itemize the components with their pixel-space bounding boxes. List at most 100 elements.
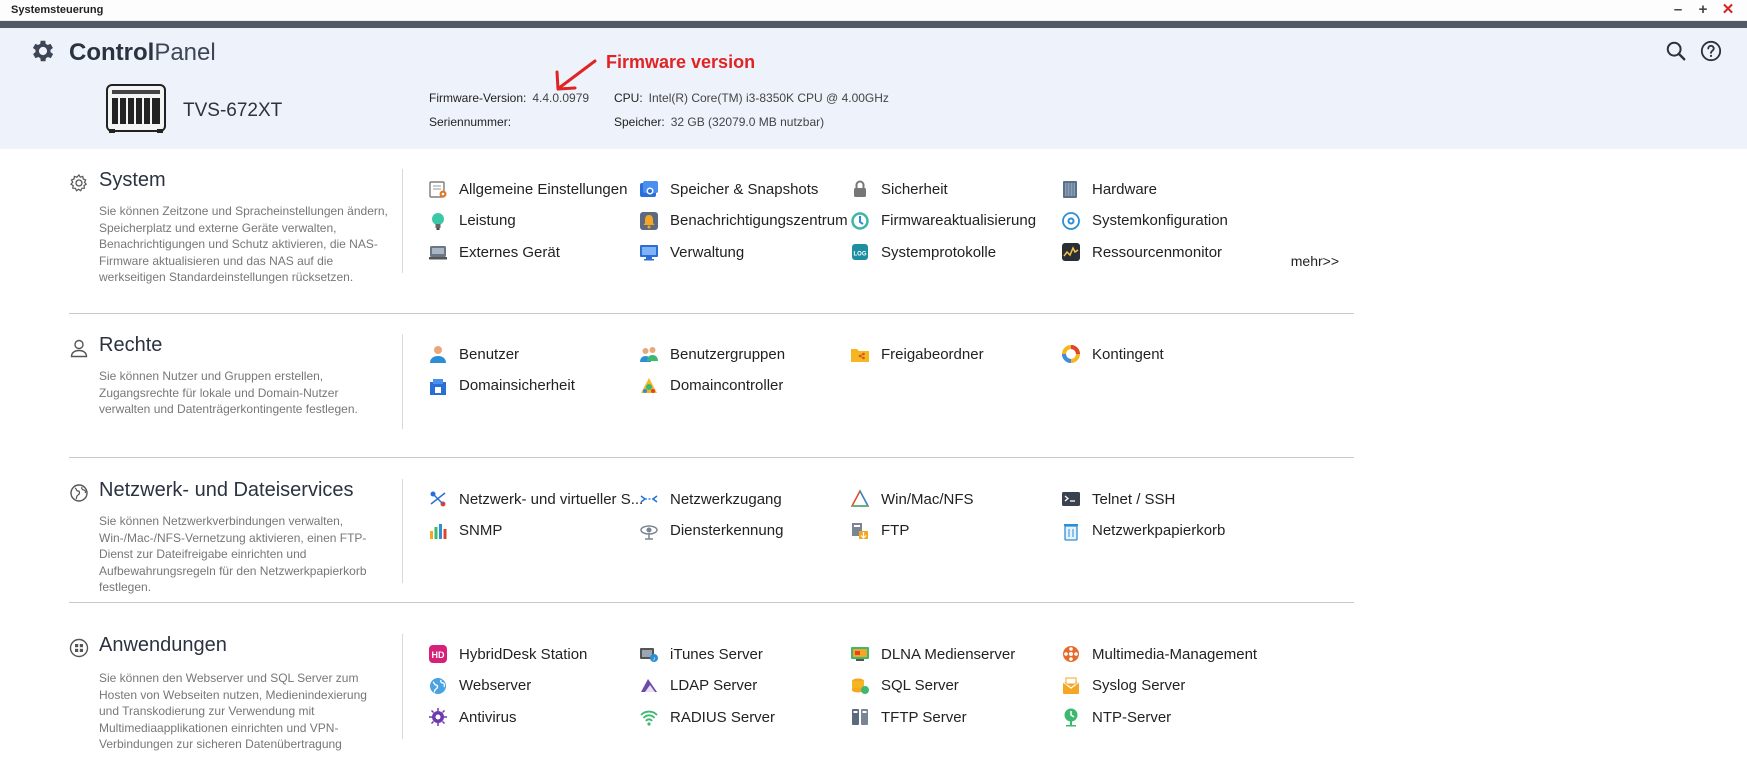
menu-item-label: Domainsicherheit	[459, 377, 575, 394]
user-icon	[430, 346, 446, 363]
search-icon[interactable]	[1665, 40, 1687, 62]
menu-item-label: Netzwerkpapierkorb	[1092, 522, 1226, 539]
domain-security-icon	[430, 378, 446, 395]
titlebar-strip	[0, 21, 1747, 28]
menu-item-netzwerk-und-virtueller-s[interactable]: Netzwerk- und virtueller S...	[428, 487, 643, 511]
menu-item-speicher-snapshots[interactable]: Speicher & Snapshots	[639, 177, 818, 201]
menu-item-kontingent[interactable]: Kontingent	[1061, 342, 1164, 366]
shared-folder-icon	[851, 349, 869, 362]
menu-item-label: Firmwareaktualisierung	[881, 212, 1037, 229]
svg-text:HD: HD	[432, 650, 445, 660]
domain-controller-icon	[641, 377, 657, 393]
menu-item-label: Verwaltung	[670, 243, 745, 261]
section-divider	[402, 169, 403, 273]
recycle-bin-icon	[1064, 523, 1078, 541]
menu-item-dlna-medienserver[interactable]: DLNA Medienserver	[850, 642, 1015, 666]
menu-item-verwaltung[interactable]: Verwaltung	[639, 240, 744, 264]
hardware-icon	[1063, 181, 1077, 198]
quota-icon	[1062, 345, 1080, 363]
menu-item-hybriddesk-station[interactable]: HD HybridDesk Station	[428, 642, 587, 666]
menu-item-diensterkennung[interactable]: Diensterkennung	[639, 519, 783, 543]
menu-item-systemkonfiguration[interactable]: Systemkonfiguration	[1061, 209, 1228, 233]
section-anwendungen: Anwendungen Sie können den Webserver und …	[69, 634, 1354, 760]
svg-text:♪: ♪	[653, 657, 656, 663]
menu-item-allgemeine-einstellungen[interactable]: Allgemeine Einstellungen	[428, 177, 627, 201]
menu-item-netzwerkzugang[interactable]: Netzwerkzugang	[639, 487, 782, 511]
syslog-icon	[1062, 677, 1080, 694]
serial-number-row: Seriennummer:	[429, 115, 517, 129]
menu-item-webserver[interactable]: Webserver	[428, 674, 531, 698]
menu-item-systemprotokolle[interactable]: LOG Systemprotokolle	[850, 240, 996, 264]
menu-item-benutzer[interactable]: Benutzer	[428, 342, 519, 366]
menu-item-tftp-server[interactable]: TFTP Server	[850, 705, 967, 729]
menu-item-leistung[interactable]: Leistung	[428, 209, 516, 233]
help-icon[interactable]	[1700, 40, 1722, 62]
menu-item-label: FTP	[881, 522, 910, 539]
menu-item-ntp-server[interactable]: NTP-Server	[1061, 705, 1171, 729]
menu-item-itunes-server[interactable]: ♪ iTunes Server	[639, 642, 763, 666]
menu-item-domaincontroller[interactable]: Domaincontroller	[639, 374, 783, 398]
menu-item-syslog-server[interactable]: Syslog Server	[1061, 674, 1185, 698]
menu-item-multimedia-management[interactable]: Multimedia-Management	[1061, 642, 1257, 666]
section-divider	[402, 334, 403, 429]
user-group-icon	[640, 347, 658, 362]
menu-item-label: Systemprotokolle	[881, 243, 997, 261]
network-access-icon	[640, 495, 658, 503]
menu-item-telnet-ssh[interactable]: Telnet / SSH	[1061, 487, 1175, 511]
section-divider	[402, 479, 403, 583]
user-outline-icon	[70, 339, 88, 358]
memory-label: Speicher:	[614, 115, 665, 129]
service-discovery-icon	[640, 524, 658, 540]
storage-snapshots-icon	[640, 181, 658, 197]
menu-item-ldap-server[interactable]: LDAP Server	[639, 674, 757, 698]
close-button[interactable]: ✕	[1719, 1, 1737, 19]
monitor-icon	[640, 245, 658, 261]
menu-item-label: SQL Server	[881, 677, 959, 694]
notification-center-icon	[640, 211, 658, 230]
gear-icon	[32, 40, 54, 62]
menu-item-label: SNMP	[459, 522, 503, 539]
menu-item-sicherheit[interactable]: Sicherheit	[850, 177, 948, 201]
app-title: ControlPanel	[69, 39, 216, 66]
minimize-button[interactable]: –	[1669, 1, 1687, 19]
menu-item-radius-server[interactable]: RADIUS Server	[639, 705, 775, 729]
cpu-row: CPU: Intel(R) Core(TM) i3-8350K CPU @ 4.0…	[614, 91, 889, 105]
section-title: Netzwerk- und Dateiservices	[99, 479, 354, 501]
menu-item-externes-gerät[interactable]: Externes Gerät	[428, 240, 560, 264]
menu-item-antivirus[interactable]: Antivirus	[428, 705, 517, 729]
menu-item-ressourcenmonitor[interactable]: Ressourcenmonitor	[1061, 240, 1222, 264]
tftp-icon	[852, 709, 868, 725]
menu-item-label: HybridDesk Station	[459, 645, 588, 663]
cpu-value: Intel(R) Core(TM) i3-8350K CPU @ 4.00GHz	[648, 91, 889, 105]
firmware-update-icon	[851, 211, 869, 230]
annotation-label: Firmware version	[606, 52, 756, 72]
radius-icon	[640, 710, 658, 726]
hybriddesk-icon: HD	[429, 645, 447, 663]
menu-item-label: Webserver	[459, 677, 532, 694]
memory-row: Speicher: 32 GB (32079.0 MB nutzbar)	[614, 115, 824, 129]
external-device-icon	[429, 246, 447, 260]
maximize-button[interactable]: +	[1694, 1, 1712, 19]
more-link[interactable]: mehr>>	[1291, 253, 1339, 269]
menu-item-firmwareaktualisierung[interactable]: Firmwareaktualisierung	[850, 209, 1036, 233]
menu-item-benutzergruppen[interactable]: Benutzergruppen	[639, 342, 785, 366]
menu-item-netzwerkpapierkorb[interactable]: Netzwerkpapierkorb	[1061, 519, 1225, 543]
ftp-icon	[852, 522, 868, 539]
window-titlebar: Systemsteuerung – + ✕	[0, 0, 1747, 21]
menu-item-snmp[interactable]: SNMP	[428, 519, 502, 543]
nas-device-image	[106, 84, 166, 133]
menu-item-ftp[interactable]: FTP	[850, 519, 909, 543]
menu-item-hardware[interactable]: Hardware	[1061, 177, 1157, 201]
section-description: Sie können Nutzer und Gruppen erstellen,…	[99, 369, 358, 416]
menu-item-label: Win/Mac/NFS	[881, 490, 974, 508]
menu-item-sql-server[interactable]: SQL Server	[850, 674, 959, 698]
menu-item-label: Hardware	[1092, 180, 1158, 198]
menu-item-win-mac-nfs[interactable]: Win/Mac/NFS	[850, 487, 974, 511]
menu-item-label: Freigabeordner	[881, 345, 984, 363]
menu-item-label: Antivirus	[459, 708, 517, 726]
menu-item-label: Systemkonfiguration	[1092, 212, 1228, 229]
menu-item-freigabeordner[interactable]: Freigabeordner	[850, 342, 984, 366]
menu-item-domainsicherheit[interactable]: Domainsicherheit	[428, 374, 575, 398]
menu-item-benachrichtigungszentrum[interactable]: Benachrichtigungszentrum	[639, 209, 848, 233]
section-description: Sie können Zeitzone und Spracheinstellun…	[99, 204, 388, 284]
